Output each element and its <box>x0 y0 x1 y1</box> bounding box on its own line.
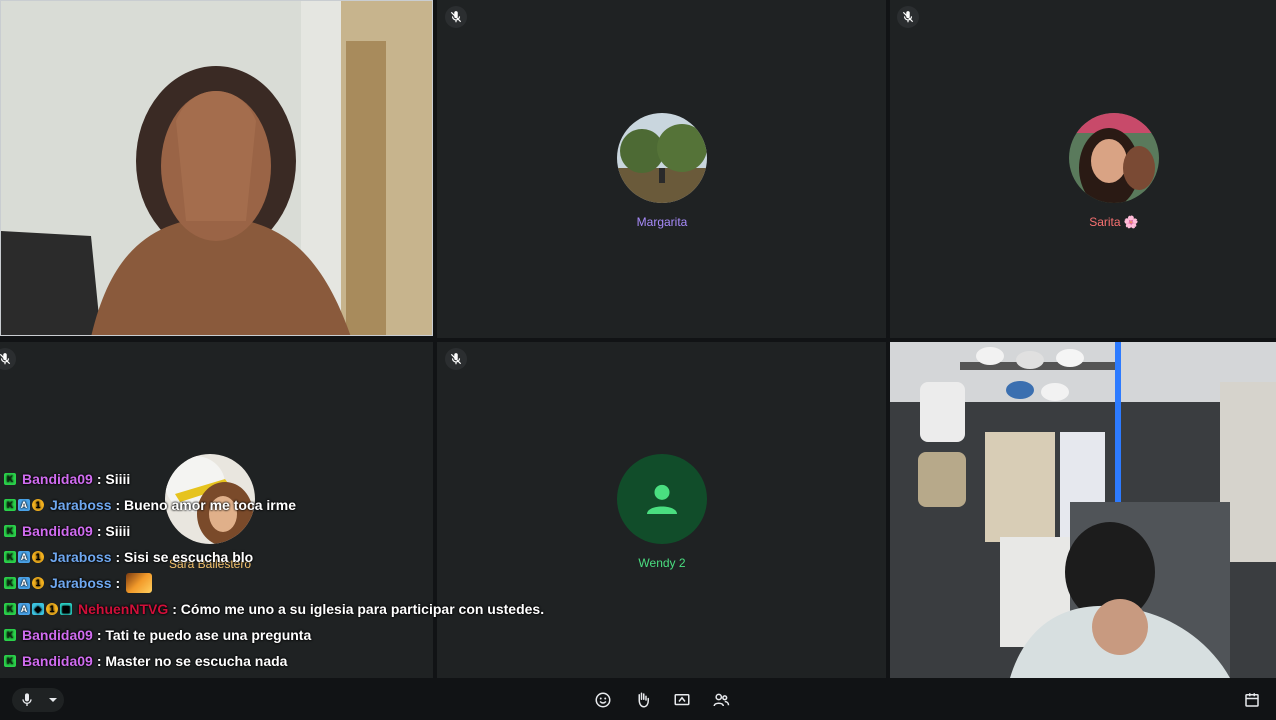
chat-message: K A ◆ 1 ▦ NehuenNTVG: Cómo me uno a su iglesi… <box>4 596 564 622</box>
raise-hand-button[interactable] <box>631 688 655 712</box>
emoji-button[interactable] <box>591 688 615 712</box>
badge-one-icon: 1 <box>32 499 44 511</box>
chat-username[interactable]: Bandida09 <box>22 471 93 487</box>
present-screen-icon <box>674 694 690 706</box>
badge-a-icon: A <box>18 577 30 589</box>
badge-k-icon: K <box>4 577 16 589</box>
avatar-wendy <box>617 454 707 544</box>
chat-badges: K <box>4 473 16 485</box>
people-button[interactable] <box>709 688 733 712</box>
chat-badges: K <box>4 629 16 641</box>
chat-username[interactable]: Jaraboss <box>50 575 111 591</box>
emoji-icon <box>595 692 611 708</box>
chat-username[interactable]: NehuenNTVG <box>78 601 168 617</box>
chat-text: : Tati te puedo ase una pregunta <box>96 627 312 643</box>
chat-username[interactable]: Bandida09 <box>22 627 93 643</box>
participant-tile-camera-2[interactable] <box>890 342 1276 678</box>
chat-username[interactable]: Jaraboss <box>50 549 111 565</box>
chat-text: : Cómo me uno a su iglesia para particip… <box>172 601 545 617</box>
present-screen-button[interactable] <box>670 688 694 712</box>
chat-text: : Sisi se escucha blo <box>115 549 254 565</box>
participant-name-margarita: Margarita <box>562 215 762 229</box>
participant-name-label: Sarita 🌸 <box>1089 215 1139 229</box>
badge-k-icon: K <box>4 655 16 667</box>
calendar-icon <box>1245 693 1259 707</box>
participant-name-label: Margarita <box>636 215 688 229</box>
mic-off-icon <box>897 6 919 28</box>
chat-message: K A 1 Jaraboss: Sisi se escucha blo <box>4 544 564 570</box>
badge-a-icon: A <box>18 551 30 563</box>
emote-image-icon <box>126 573 153 593</box>
mic-off-icon <box>0 348 16 370</box>
chat-badges: KA1 <box>4 577 44 589</box>
participant-tile-camera-1[interactable] <box>0 0 433 336</box>
chat-badges: KA1 <box>4 551 44 563</box>
badge-one-icon: 1 <box>32 577 44 589</box>
avatar-margarita <box>617 113 707 203</box>
chat-username[interactable]: Jaraboss <box>50 497 111 513</box>
chat-message: K Bandida09: Master no se escucha nada <box>4 648 564 674</box>
chat-text: : <box>115 575 121 591</box>
mic-off-icon <box>445 6 467 28</box>
mic-button[interactable] <box>12 688 64 712</box>
raise-hand-icon <box>638 692 649 708</box>
chat-text: : Siiii <box>96 471 131 487</box>
chat-overlay: K Bandida09: Siiii K A 1 Jaraboss: Bueno amor… <box>4 466 564 674</box>
chat-badges: K <box>4 655 16 667</box>
participant-tile-margarita[interactable]: Margarita <box>437 0 886 338</box>
chat-badges: K <box>4 525 16 537</box>
chat-text: : Bueno amor me toca irme <box>115 497 296 513</box>
badge-one-icon: 1 <box>32 551 44 563</box>
mic-off-icon <box>445 348 467 370</box>
badge-k-icon: K <box>4 473 16 485</box>
microphone-icon <box>21 693 32 706</box>
participant-name-wendy: Wendy 2 <box>562 556 762 570</box>
participant-name-label: Wendy 2 <box>638 556 686 570</box>
person-icon <box>647 484 677 514</box>
people-icon <box>713 693 730 707</box>
chat-username[interactable]: Bandida09 <box>22 523 93 539</box>
chat-badges: KA1 <box>4 499 44 511</box>
camera-feed-2 <box>890 342 1276 678</box>
chat-badges: K A ◆ 1 ▦ <box>4 603 72 615</box>
badge-k-icon: K <box>4 551 16 563</box>
badge-k-icon: K <box>4 603 16 615</box>
badge-one-icon: 1 <box>46 603 58 615</box>
badge-grid-icon: ▦ <box>60 603 72 615</box>
participant-tile-sarita[interactable]: Sarita 🌸 <box>890 0 1276 338</box>
badge-a-icon: A <box>18 603 30 615</box>
chat-text: : Siiii <box>96 523 131 539</box>
badge-k-icon: K <box>4 499 16 511</box>
badge-a-icon: A <box>18 499 30 511</box>
chat-username[interactable]: Bandida09 <box>22 653 93 669</box>
badge-k-icon: K <box>4 629 16 641</box>
avatar-sarita <box>1069 113 1159 203</box>
chat-message: K Bandida09: Tati te puedo ase una pregun… <box>4 622 564 648</box>
participant-name-sarita: Sarita 🌸 <box>1014 215 1214 229</box>
chat-message: K Bandida09: Siiii <box>4 518 564 544</box>
meeting-controls-bar <box>0 680 1276 720</box>
chat-message: K Bandida09: Siiii <box>4 466 564 492</box>
chat-text: : Master no se escucha nada <box>96 653 288 669</box>
chat-message: K A 1 Jaraboss: Bueno amor me toca irme <box>4 492 564 518</box>
activities-button[interactable] <box>1240 688 1264 712</box>
chat-message: K A 1 Jaraboss: <box>4 570 564 596</box>
badge-cube-icon: ◆ <box>32 603 44 615</box>
badge-k-icon: K <box>4 525 16 537</box>
chevron-down-icon[interactable] <box>48 695 58 705</box>
camera-feed-1 <box>1 1 432 335</box>
